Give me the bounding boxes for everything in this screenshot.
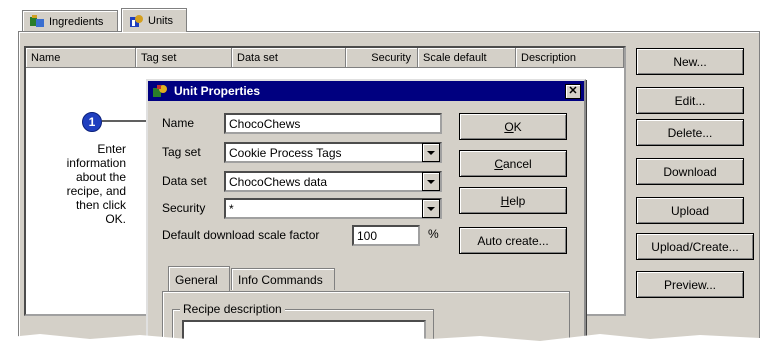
step-number-badge: 1	[82, 112, 102, 132]
close-icon[interactable]: ✕	[565, 83, 581, 99]
ok-mnemonic: O	[504, 119, 514, 134]
name-field[interactable]: ChocoChews	[224, 113, 442, 134]
tab-label: Ingredients	[49, 15, 104, 28]
dialog-app-icon	[153, 85, 167, 97]
subtab-info-commands[interactable]: Info Commands	[231, 268, 335, 290]
security-label: Security	[162, 201, 206, 215]
tab-ingredients[interactable]: Ingredients	[22, 10, 118, 32]
chevron-down-icon[interactable]	[422, 199, 440, 218]
dataset-value: ChocoChews data	[229, 174, 328, 189]
tab-label: Units	[148, 14, 174, 27]
tagset-label: Tag set	[162, 145, 201, 159]
security-combo[interactable]: *	[224, 198, 442, 219]
column-header-name[interactable]: Name	[26, 48, 136, 68]
ingredients-icon	[29, 14, 45, 29]
chevron-down-icon[interactable]	[422, 172, 440, 191]
column-header-data-set[interactable]: Data set	[232, 48, 346, 68]
ok-label: K	[513, 119, 522, 134]
scale-unit: %	[428, 227, 439, 241]
edit-button[interactable]: Edit...	[636, 87, 744, 114]
callout-line: Enter	[97, 142, 126, 156]
upload-create-button[interactable]: Upload/Create...	[636, 233, 754, 260]
help-button[interactable]: Help	[459, 187, 567, 214]
callout-line: then click	[75, 198, 126, 212]
chevron-down-icon[interactable]	[422, 143, 440, 162]
download-button[interactable]: Download	[636, 158, 744, 185]
column-header-tag-set[interactable]: Tag set	[136, 48, 232, 68]
new-button[interactable]: New...	[636, 48, 744, 75]
cancel-mnemonic: C	[494, 156, 503, 171]
cancel-label: ancel	[502, 156, 532, 171]
upload-button[interactable]: Upload	[636, 197, 744, 224]
callout-line: OK.	[105, 212, 126, 226]
column-header-scale-default[interactable]: Scale default	[418, 48, 516, 68]
cancel-button[interactable]: Cancel	[459, 150, 567, 177]
delete-button[interactable]: Delete...	[636, 119, 744, 146]
tagset-value: Cookie Process Tags	[229, 145, 342, 160]
torn-edge	[0, 334, 760, 344]
preview-button[interactable]: Preview...	[636, 271, 744, 298]
callout-line: information	[66, 156, 126, 170]
scale-label: Default download scale factor	[162, 228, 320, 242]
scale-field[interactable]: 100	[352, 225, 420, 246]
help-label: elp	[509, 193, 526, 208]
dialog-title: Unit Properties	[174, 84, 261, 98]
recipe-description-label: Recipe description	[180, 302, 285, 316]
subtab-general[interactable]: General	[168, 266, 230, 292]
units-icon	[128, 14, 144, 28]
tab-units[interactable]: Units	[121, 8, 187, 32]
callout-instructions: Enter information about the recipe, and …	[30, 142, 126, 226]
column-header-description[interactable]: Description	[516, 48, 624, 68]
dataset-label: Data set	[162, 174, 207, 188]
auto-create-button[interactable]: Auto create...	[459, 227, 567, 254]
dataset-combo[interactable]: ChocoChews data	[224, 171, 442, 192]
ok-button[interactable]: OK	[459, 113, 567, 140]
column-header-security[interactable]: Security	[346, 48, 418, 68]
callout-line: about the	[75, 170, 126, 184]
security-value: *	[229, 201, 234, 216]
name-label: Name	[162, 116, 195, 130]
tagset-combo[interactable]: Cookie Process Tags	[224, 142, 442, 163]
dialog-titlebar[interactable]: Unit Properties ✕	[148, 81, 584, 101]
help-mnemonic: H	[500, 193, 510, 208]
callout-line: recipe, and	[66, 184, 126, 198]
